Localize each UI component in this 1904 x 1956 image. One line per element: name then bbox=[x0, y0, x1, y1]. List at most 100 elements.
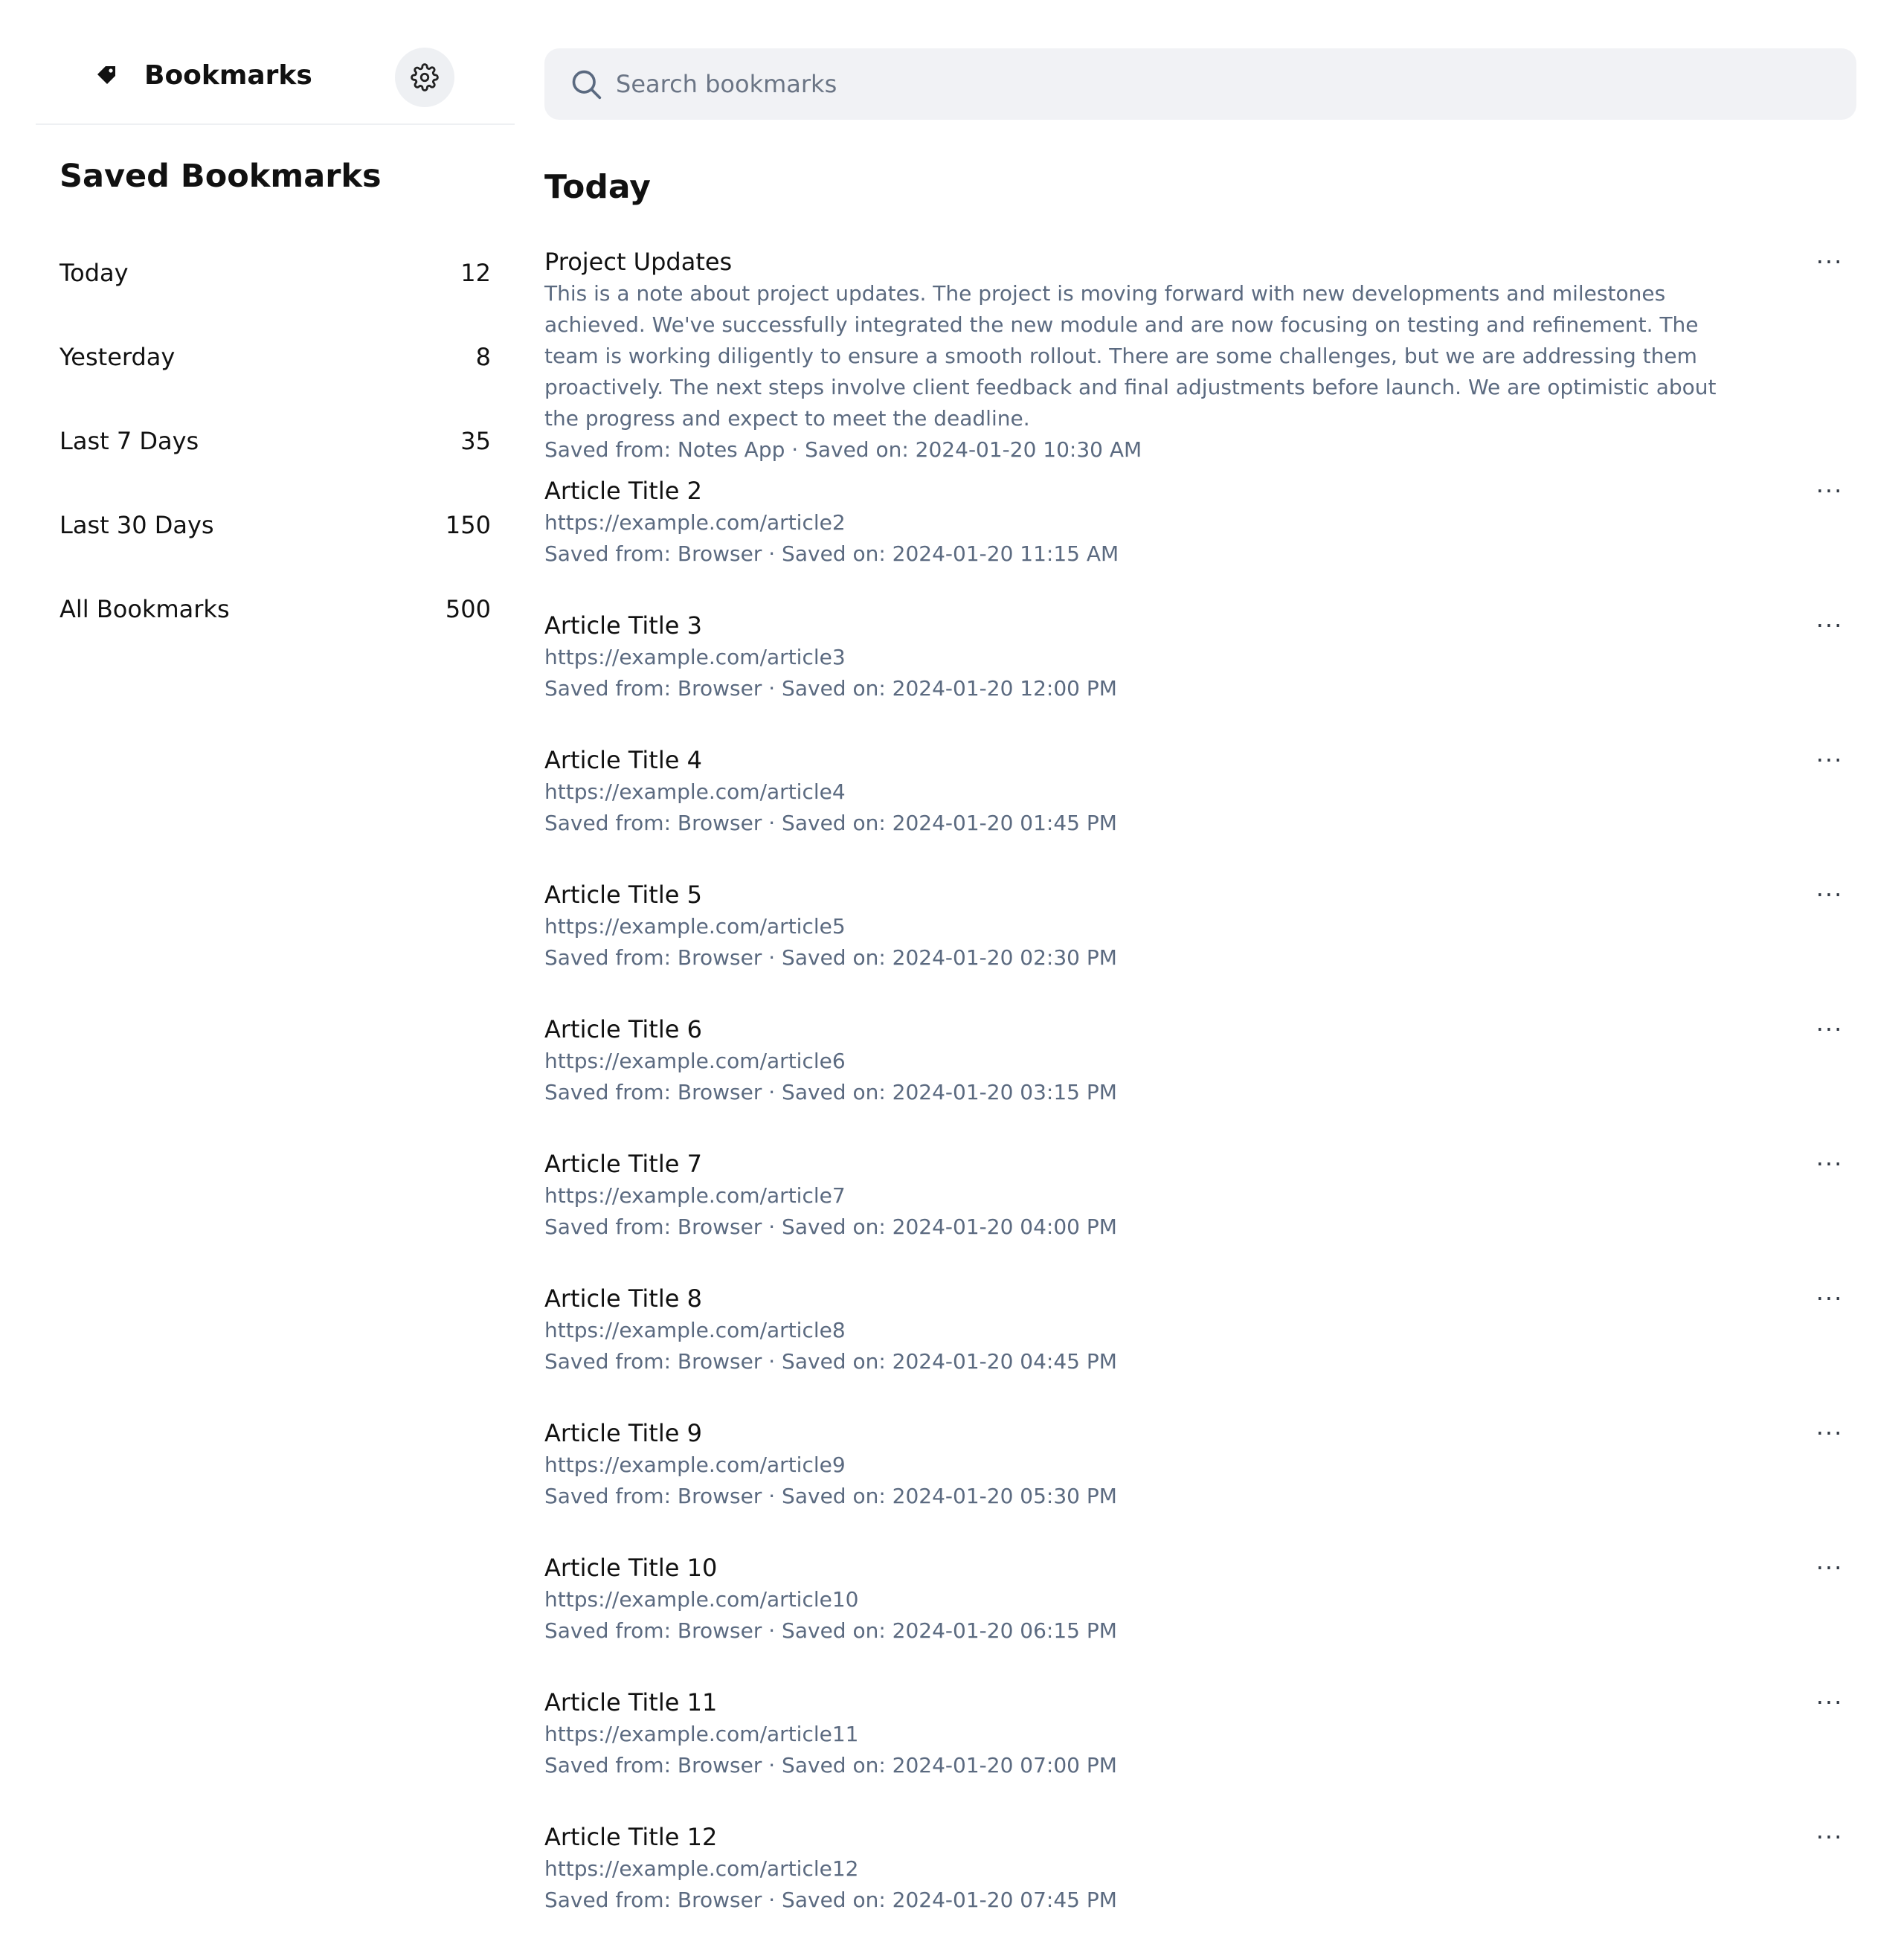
tag-icon bbox=[97, 66, 115, 84]
sidebar: Bookmarks Saved Bookmarks Today 12 Yeste… bbox=[36, 0, 515, 1956]
bookmark-title[interactable]: Article Title 2 bbox=[544, 474, 1752, 507]
more-horizontal-icon: ··· bbox=[1815, 1284, 1844, 1313]
more-horizontal-icon: ··· bbox=[1815, 611, 1844, 640]
sidebar-item-last-7-days[interactable]: Last 7 Days 35 bbox=[60, 399, 491, 483]
more-options-button[interactable]: ··· bbox=[1807, 1686, 1852, 1719]
bookmark-title[interactable]: Project Updates bbox=[544, 245, 1752, 278]
sidebar-item-label: Last 30 Days bbox=[60, 510, 214, 539]
bookmark-item[interactable]: Project Updates This is a note about pro… bbox=[544, 245, 1856, 474]
search-input[interactable] bbox=[616, 48, 1836, 120]
more-options-button[interactable]: ··· bbox=[1807, 1551, 1852, 1584]
bookmark-item[interactable]: Article Title 8 https://example.com/arti… bbox=[544, 1282, 1856, 1417]
bookmark-url[interactable]: https://example.com/article2 bbox=[544, 507, 1752, 538]
more-options-button[interactable]: ··· bbox=[1807, 878, 1852, 911]
more-horizontal-icon: ··· bbox=[1815, 746, 1844, 774]
bookmark-item[interactable]: Article Title 11 https://example.com/art… bbox=[544, 1686, 1856, 1821]
more-options-button[interactable]: ··· bbox=[1807, 1417, 1852, 1450]
sidebar-item-yesterday[interactable]: Yesterday 8 bbox=[60, 315, 491, 399]
bookmark-url[interactable]: https://example.com/article11 bbox=[544, 1719, 1752, 1750]
bookmark-title[interactable]: Article Title 5 bbox=[544, 878, 1752, 911]
bookmark-meta: Saved from: Browser · Saved on: 2024-01-… bbox=[544, 676, 1117, 701]
bookmark-item[interactable]: Article Title 6 https://example.com/arti… bbox=[544, 1013, 1856, 1148]
more-horizontal-icon: ··· bbox=[1815, 1554, 1844, 1582]
more-options-button[interactable]: ··· bbox=[1807, 1282, 1852, 1315]
more-options-button[interactable]: ··· bbox=[1807, 609, 1852, 642]
more-options-button[interactable]: ··· bbox=[1807, 245, 1852, 278]
bookmark-meta: Saved from: Browser · Saved on: 2024-01-… bbox=[544, 1753, 1117, 1778]
bookmark-item[interactable]: Article Title 10 https://example.com/art… bbox=[544, 1551, 1856, 1686]
bookmark-url[interactable]: https://example.com/article3 bbox=[544, 642, 1752, 673]
more-horizontal-icon: ··· bbox=[1815, 881, 1844, 909]
sidebar-item-count: 150 bbox=[445, 510, 491, 539]
more-horizontal-icon: ··· bbox=[1815, 1015, 1844, 1043]
sidebar-item-label: Last 7 Days bbox=[60, 426, 199, 455]
bookmark-meta: Saved from: Browser · Saved on: 2024-01-… bbox=[544, 1215, 1117, 1239]
sidebar-nav: Today 12 Yesterday 8 Last 7 Days 35 Last… bbox=[60, 231, 491, 651]
brand-header: Bookmarks bbox=[36, 0, 515, 125]
sidebar-item-label: Today bbox=[60, 258, 129, 287]
more-horizontal-icon: ··· bbox=[1815, 477, 1844, 505]
app-title: Bookmarks bbox=[144, 60, 312, 91]
sidebar-item-all-bookmarks[interactable]: All Bookmarks 500 bbox=[60, 567, 491, 651]
more-options-button[interactable]: ··· bbox=[1807, 474, 1852, 507]
more-horizontal-icon: ··· bbox=[1815, 248, 1844, 276]
bookmark-item[interactable]: Article Title 3 https://example.com/arti… bbox=[544, 609, 1856, 744]
bookmark-url[interactable]: https://example.com/article12 bbox=[544, 1853, 1752, 1885]
more-horizontal-icon: ··· bbox=[1815, 1419, 1844, 1447]
bookmark-item[interactable]: Article Title 4 https://example.com/arti… bbox=[544, 744, 1856, 878]
search-bar[interactable] bbox=[544, 48, 1856, 120]
more-options-button[interactable]: ··· bbox=[1807, 1821, 1852, 1853]
bookmark-item[interactable]: Article Title 5 https://example.com/arti… bbox=[544, 878, 1856, 1013]
sidebar-item-count: 500 bbox=[445, 594, 491, 623]
main-content: Today Project Updates This is a note abo… bbox=[544, 0, 1856, 1956]
bookmark-item[interactable]: Article Title 2 https://example.com/arti… bbox=[544, 474, 1856, 609]
bookmark-url[interactable]: https://example.com/article10 bbox=[544, 1584, 1752, 1615]
more-horizontal-icon: ··· bbox=[1815, 1823, 1844, 1851]
bookmark-meta: Saved from: Browser · Saved on: 2024-01-… bbox=[544, 1080, 1117, 1104]
more-options-button[interactable]: ··· bbox=[1807, 1013, 1852, 1046]
bookmark-meta: Saved from: Browser · Saved on: 2024-01-… bbox=[544, 945, 1117, 970]
bookmark-meta: Saved from: Notes App · Saved on: 2024-0… bbox=[544, 437, 1142, 462]
bookmark-meta: Saved from: Browser · Saved on: 2024-01-… bbox=[544, 1618, 1117, 1643]
bookmark-meta: Saved from: Browser · Saved on: 2024-01-… bbox=[544, 1349, 1117, 1374]
bookmark-title[interactable]: Article Title 12 bbox=[544, 1821, 1752, 1853]
bookmark-title[interactable]: Article Title 11 bbox=[544, 1686, 1752, 1719]
more-options-button[interactable]: ··· bbox=[1807, 1148, 1852, 1180]
settings-button[interactable] bbox=[395, 48, 454, 107]
bookmark-title[interactable]: Article Title 4 bbox=[544, 744, 1752, 776]
sidebar-item-last-30-days[interactable]: Last 30 Days 150 bbox=[60, 483, 491, 567]
sidebar-item-count: 35 bbox=[460, 426, 491, 455]
sidebar-item-label: All Bookmarks bbox=[60, 594, 230, 623]
more-horizontal-icon: ··· bbox=[1815, 1688, 1844, 1717]
section-title: Today bbox=[544, 168, 651, 206]
bookmark-item[interactable]: Article Title 7 https://example.com/arti… bbox=[544, 1148, 1856, 1282]
bookmark-meta: Saved from: Browser · Saved on: 2024-01-… bbox=[544, 1888, 1117, 1912]
bookmark-title[interactable]: Article Title 9 bbox=[544, 1417, 1752, 1450]
bookmark-url[interactable]: https://example.com/article6 bbox=[544, 1046, 1752, 1077]
sidebar-item-count: 8 bbox=[475, 342, 491, 371]
bookmark-url[interactable]: https://example.com/article8 bbox=[544, 1315, 1752, 1346]
bookmark-url[interactable]: https://example.com/article4 bbox=[544, 776, 1752, 808]
bookmark-title[interactable]: Article Title 8 bbox=[544, 1282, 1752, 1315]
bookmark-title[interactable]: Article Title 3 bbox=[544, 609, 1752, 642]
bookmark-meta: Saved from: Browser · Saved on: 2024-01-… bbox=[544, 1484, 1117, 1508]
bookmark-title[interactable]: Article Title 6 bbox=[544, 1013, 1752, 1046]
sidebar-item-label: Yesterday bbox=[60, 342, 176, 371]
bookmark-meta: Saved from: Browser · Saved on: 2024-01-… bbox=[544, 541, 1119, 566]
more-horizontal-icon: ··· bbox=[1815, 1150, 1844, 1178]
sidebar-item-today[interactable]: Today 12 bbox=[60, 231, 491, 315]
sidebar-heading: Saved Bookmarks bbox=[60, 158, 382, 195]
gear-icon bbox=[411, 63, 439, 91]
bookmark-meta: Saved from: Browser · Saved on: 2024-01-… bbox=[544, 811, 1117, 835]
bookmark-url[interactable]: https://example.com/article5 bbox=[544, 911, 1752, 942]
bookmark-item[interactable]: Article Title 9 https://example.com/arti… bbox=[544, 1417, 1856, 1551]
bookmark-note-body: This is a note about project updates. Th… bbox=[544, 281, 1717, 431]
bookmark-title[interactable]: Article Title 7 bbox=[544, 1148, 1752, 1180]
bookmark-url[interactable]: https://example.com/article9 bbox=[544, 1450, 1752, 1481]
bookmark-list: Project Updates This is a note about pro… bbox=[544, 245, 1856, 1955]
search-icon bbox=[572, 70, 602, 100]
bookmark-url[interactable]: https://example.com/article7 bbox=[544, 1180, 1752, 1212]
bookmark-item[interactable]: Article Title 12 https://example.com/art… bbox=[544, 1821, 1856, 1955]
bookmark-title[interactable]: Article Title 10 bbox=[544, 1551, 1752, 1584]
more-options-button[interactable]: ··· bbox=[1807, 744, 1852, 776]
